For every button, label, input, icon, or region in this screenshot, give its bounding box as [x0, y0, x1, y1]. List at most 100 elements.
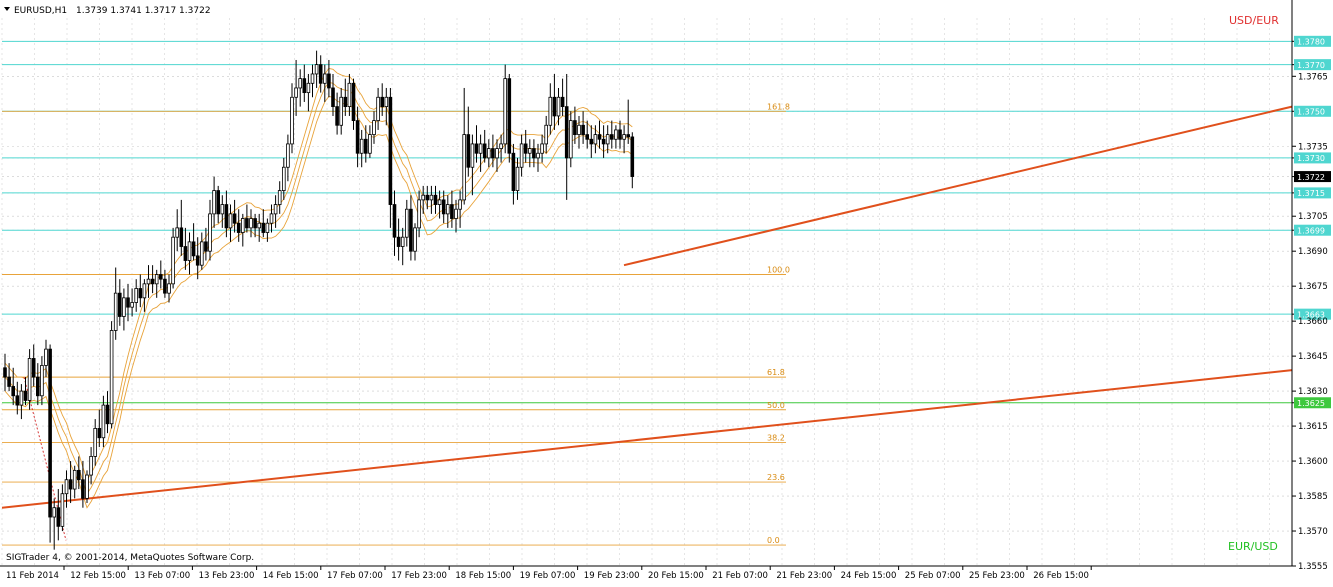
y-tick-label: 1.3615 [1298, 422, 1328, 432]
candle-body [273, 204, 278, 215]
candle-body [470, 143, 475, 168]
y-tick-label: 1.3705 [1298, 212, 1328, 222]
candle-body [138, 288, 143, 299]
candle-body [544, 124, 548, 145]
x-tick-label: 25 Feb 23:00 [969, 571, 1025, 581]
level-tag-label: 1.3715 [1297, 189, 1325, 198]
fib-label: 61.8 [767, 368, 785, 377]
candle-body [19, 390, 24, 406]
candle-body [101, 404, 106, 439]
candle-body [458, 199, 462, 210]
candle-body [158, 274, 163, 280]
candle-body [27, 358, 32, 401]
x-tick-label: 17 Feb 07:00 [327, 571, 383, 581]
candle-body [290, 96, 294, 145]
candle-body [581, 124, 585, 135]
chart-root: 161.8 100.0 61.8 50.0 38.2 23.6 0.0 1.3780 1.37… [0, 0, 1333, 583]
candle-body [236, 222, 241, 233]
x-tick-label: 25 Feb 07:00 [905, 571, 961, 581]
fib-label: 161.8 [767, 102, 790, 111]
candle-body [482, 143, 487, 159]
candle-body [224, 204, 229, 229]
level-tag-label: 1.3730 [1297, 154, 1325, 163]
candle-body [134, 288, 139, 303]
candle-body [486, 148, 491, 159]
candle-body [630, 136, 635, 177]
candle-body [310, 73, 315, 84]
x-tick-label: 20 Feb 15:00 [648, 571, 704, 581]
fib-label: 100.0 [767, 266, 790, 275]
candle-body [89, 455, 93, 476]
candle-body [564, 106, 569, 159]
candle-body [64, 479, 69, 495]
candle-body [126, 297, 130, 308]
candle-body [171, 236, 175, 285]
candle-body [601, 138, 606, 145]
candle-body [245, 218, 249, 229]
candle-body [52, 507, 56, 518]
candle-body [445, 204, 450, 215]
candle-body [261, 222, 266, 233]
candle-body [281, 166, 286, 191]
candle-body [392, 204, 397, 238]
candle-body [528, 148, 532, 154]
candle-body [355, 120, 360, 154]
candle-body [249, 218, 253, 229]
candle-body [253, 218, 257, 229]
fib-label: 23.6 [767, 473, 785, 482]
candle-body [409, 208, 413, 252]
y-tick-label: 1.3660 [1298, 317, 1328, 327]
candle-body [36, 376, 40, 397]
candle-body [441, 199, 446, 215]
candle-body [187, 241, 192, 261]
candle-body [597, 134, 602, 140]
candle-body [212, 190, 216, 215]
candle-body [388, 96, 393, 205]
candle-body [31, 358, 36, 378]
candle-body [425, 194, 430, 201]
candle-body [220, 204, 225, 215]
candle-body [413, 227, 417, 252]
candle-body [552, 96, 557, 117]
candle-body [240, 218, 245, 233]
candle-body [265, 222, 270, 233]
candle-body [548, 96, 553, 126]
x-tick-label: 24 Feb 15:00 [841, 571, 897, 581]
y-tick-label: 1.3600 [1298, 457, 1328, 467]
candle-body [519, 143, 524, 168]
candle-body [195, 255, 200, 266]
candle-body [351, 82, 356, 122]
x-tick-label: 26 Feb 15:00 [1033, 571, 1089, 581]
candle-body [417, 199, 421, 229]
candle-body [72, 469, 77, 490]
symbol-title: EURUSD,H1 [14, 6, 67, 16]
candle-body [507, 78, 512, 154]
candle-body [532, 148, 536, 159]
candle-body [450, 204, 454, 219]
x-tick-label: 21 Feb 23:00 [776, 571, 832, 581]
candle-body [146, 278, 151, 285]
level-tag-label: 1.3699 [1297, 227, 1325, 236]
candle-body [216, 190, 221, 215]
candle-body [113, 292, 118, 331]
candle-body [437, 199, 442, 205]
y-tick-label: 1.3765 [1298, 72, 1328, 82]
candle-body [610, 134, 614, 140]
candle-body [376, 96, 380, 122]
x-tick-label: 13 Feb 23:00 [199, 571, 255, 581]
candle-body [150, 278, 155, 285]
candle-body [85, 474, 89, 499]
candle-body [60, 493, 65, 527]
x-tick-label: 19 Feb 23:00 [584, 571, 640, 581]
candle-body [491, 148, 495, 159]
candle-body [7, 376, 11, 387]
candle-body [122, 297, 126, 317]
current-price-label: 1.3722 [1297, 173, 1325, 182]
price-chart[interactable]: 161.8 100.0 61.8 50.0 38.2 23.6 0.0 1.3780 1.37… [0, 0, 1333, 583]
candle-body [359, 138, 364, 154]
candle-body [130, 302, 134, 308]
y-tick-label: 1.3555 [1298, 562, 1328, 572]
candle-body [204, 241, 208, 252]
candle-body [429, 194, 434, 201]
candle-body [298, 78, 302, 89]
